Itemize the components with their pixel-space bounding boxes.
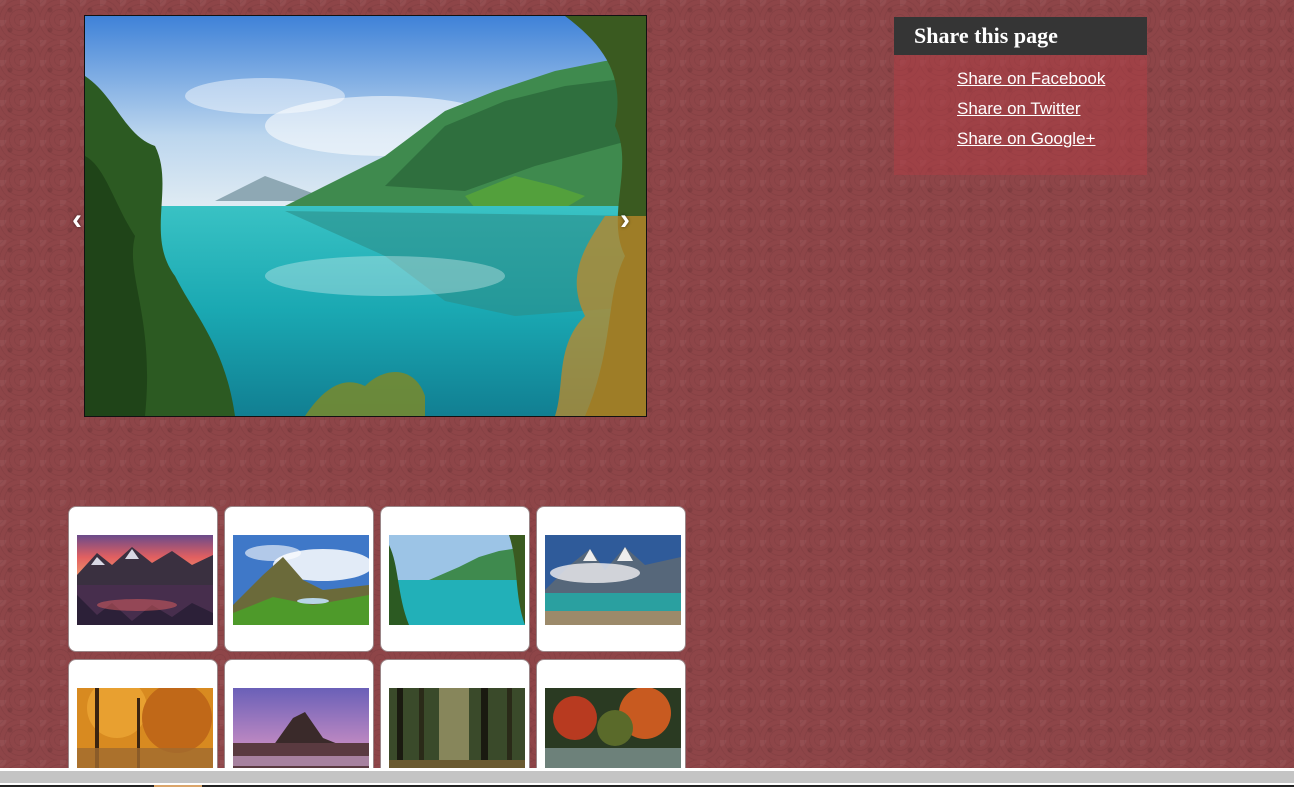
share-list-item: Share on Twitter [957,99,1147,129]
thumbnail-snowy-peaks-lake[interactable] [536,506,686,652]
bottom-scrollbar[interactable] [0,768,1294,787]
main-slider [84,15,647,417]
slider-next-arrow[interactable]: › [620,205,630,235]
slider-prev-arrow[interactable]: ‹ [72,205,82,235]
thumbnail-image [389,535,525,625]
thumbnail-image [77,688,213,778]
thumbnail-turquoise-lake[interactable] [380,506,530,652]
thumbnail-green-mountain-valley[interactable] [224,506,374,652]
thumbnail-image [389,688,525,778]
thumbnail-image [545,535,681,625]
thumbnail-image [233,688,369,778]
share-panel: Share this page Share on Facebook Share … [894,17,1147,175]
thumbnail-image [545,688,681,778]
slide-image-lake-valley [85,16,646,416]
thumbnail-sunset-mountain-lake[interactable] [68,506,218,652]
share-list-item: Share on Facebook [957,69,1147,99]
share-links-list: Share on Facebook Share on Twitter Share… [894,55,1147,159]
scrollbar-track[interactable] [0,771,1294,783]
share-googleplus-link[interactable]: Share on Google+ [957,129,1095,148]
thumbnail-image [77,535,213,625]
share-facebook-link[interactable]: Share on Facebook [957,69,1105,88]
share-twitter-link[interactable]: Share on Twitter [957,99,1080,118]
share-list-item: Share on Google+ [957,129,1147,159]
share-panel-title: Share this page [894,17,1147,55]
thumbnail-image [233,535,369,625]
